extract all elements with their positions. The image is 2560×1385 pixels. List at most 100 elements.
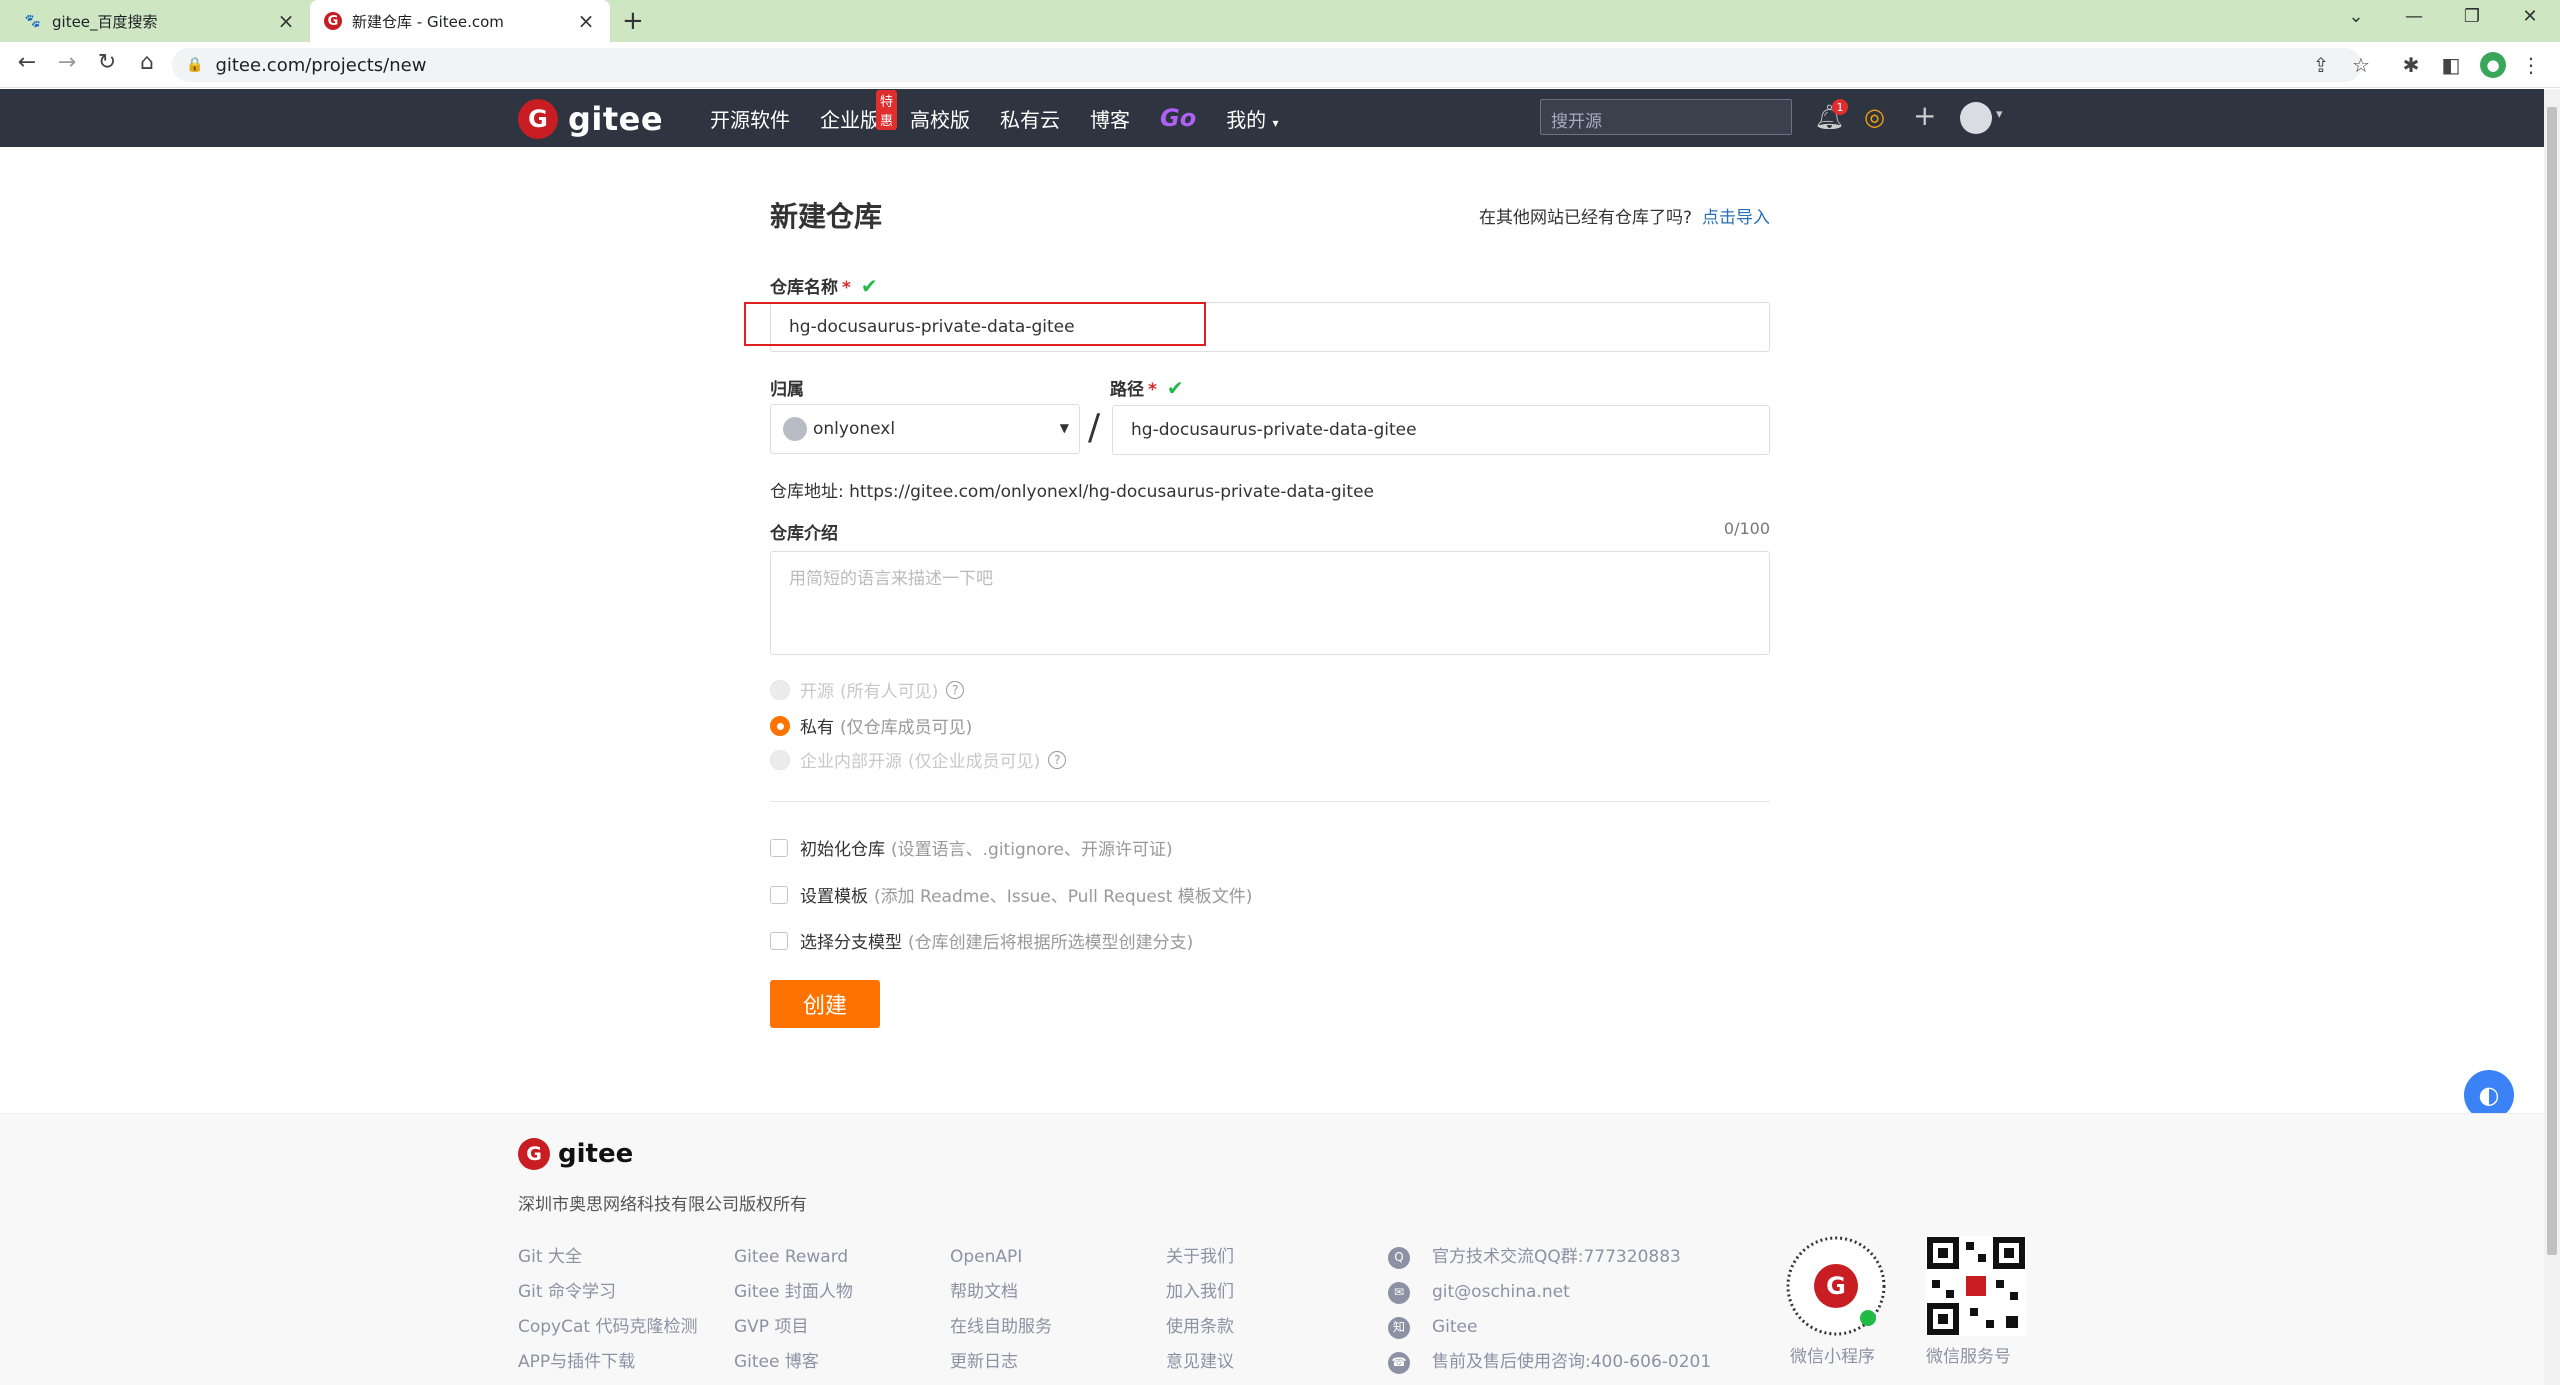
back-icon[interactable]: ←: [12, 50, 42, 75]
close-tab-icon[interactable]: ×: [276, 9, 296, 33]
desc-textarea[interactable]: 用简短的语言来描述一下吧: [770, 551, 1770, 655]
visibility-public-radio[interactable]: 开源 (所有人可见) ?: [770, 677, 965, 702]
copyright: 深圳市奥思网络科技有限公司版权所有: [518, 1195, 807, 1215]
checkbox-hint: (设置语言、.gitignore、开源许可证): [891, 840, 1173, 860]
forward-icon[interactable]: →: [52, 50, 82, 75]
qr-label: 微信服务号: [1926, 1347, 2011, 1367]
notification-badge: 1: [1832, 99, 1848, 115]
footer-link[interactable]: 意见建议: [1166, 1345, 1234, 1380]
lock-icon[interactable]: 🔒: [186, 57, 203, 73]
chevron-down-icon: ▾: [1272, 115, 1279, 130]
home-icon[interactable]: ⌂: [132, 50, 162, 75]
nav-mine[interactable]: 我的 ▾: [1226, 104, 1278, 133]
contact-text: 售前及售后使用咨询:400-606-0201: [1432, 1352, 1712, 1372]
bookmark-star-icon[interactable]: ☆: [2348, 53, 2374, 77]
reload-icon[interactable]: ↻: [92, 50, 122, 75]
close-tab-icon[interactable]: ×: [576, 9, 596, 33]
caret-down-icon: ▼: [1059, 421, 1069, 435]
address-bar[interactable]: 🔒 gitee.com/projects/new: [172, 48, 2362, 82]
menu-kebab-icon[interactable]: ⋮: [2518, 53, 2544, 77]
gitee-logo-icon: G: [518, 99, 558, 139]
footer-link[interactable]: Git 大全: [518, 1240, 697, 1275]
footer-link[interactable]: 关于我们: [1166, 1240, 1234, 1275]
footer-link[interactable]: Gitee Reward: [734, 1240, 853, 1275]
new-tab-icon[interactable]: +: [622, 6, 644, 36]
zhihu-icon: 知: [1388, 1316, 1410, 1339]
repo-url: 仓库地址: https://gitee.com/onlyonexl/hg-doc…: [770, 482, 1374, 502]
owner-label: 归属: [770, 380, 804, 400]
minimize-icon[interactable]: —: [2394, 6, 2434, 27]
footer-link[interactable]: 在线自助服务: [950, 1310, 1052, 1345]
import-link[interactable]: 点击导入: [1702, 208, 1770, 228]
restore-icon[interactable]: ❐: [2452, 6, 2492, 27]
nav-go[interactable]: Go: [1160, 104, 1196, 132]
radio-dot-selected: [770, 715, 790, 736]
radio-dot: [770, 749, 790, 770]
footer-link[interactable]: GVP 项目: [734, 1310, 853, 1345]
main-nav: 开源软件 企业版 特惠 高校版 私有云 博客 Go 我的 ▾: [710, 89, 1309, 147]
radio-label: 开源: [800, 682, 834, 702]
site-search-input[interactable]: 搜开源: [1540, 99, 1792, 135]
path-input[interactable]: hg-docusaurus-private-data-gitee: [1112, 405, 1770, 455]
side-panel-icon[interactable]: ◧: [2438, 53, 2464, 77]
extensions-icon[interactable]: ✱: [2398, 53, 2424, 77]
location-pin-icon[interactable]: ◎: [1864, 103, 1885, 131]
checkbox-box: [770, 838, 788, 857]
url-text: gitee.com/projects/new: [215, 54, 427, 76]
contact-text[interactable]: git@oschina.net: [1432, 1275, 1570, 1310]
branch-model-checkbox[interactable]: 选择分支模型 (仓库创建后将根据所选模型创建分支): [770, 928, 1193, 953]
footer-link[interactable]: Gitee 封面人物: [734, 1275, 853, 1310]
browser-toolbar: ← → ↻ ⌂ 🔒 gitee.com/projects/new ⇪ ☆ ✱ ◧…: [0, 42, 2560, 88]
visibility-private-radio[interactable]: 私有 (仅仓库成员可见): [770, 713, 972, 738]
template-checkbox[interactable]: 设置模板 (添加 Readme、Issue、Pull Request 模板文件): [770, 882, 1252, 907]
share-icon[interactable]: ⇪: [2308, 53, 2334, 77]
nav-education[interactable]: 高校版: [910, 104, 970, 133]
footer-col-2: Gitee Reward Gitee 封面人物 GVP 项目 Gitee 博客: [734, 1240, 853, 1380]
footer-link[interactable]: 帮助文档: [950, 1275, 1052, 1310]
browser-tab-gitee[interactable]: G 新建仓库 - Gitee.com ×: [310, 0, 610, 42]
gitee-logo[interactable]: G gitee: [518, 99, 663, 139]
baidu-icon: 🐾: [24, 13, 42, 29]
path-label-text: 路径: [1110, 380, 1144, 400]
phone-icon: ☎: [1388, 1351, 1410, 1374]
footer-link[interactable]: 使用条款: [1166, 1310, 1234, 1345]
help-icon[interactable]: ?: [1048, 750, 1067, 769]
init-repo-checkbox[interactable]: 初始化仓库 (设置语言、.gitignore、开源许可证): [770, 835, 1173, 860]
nav-blog[interactable]: 博客: [1090, 104, 1130, 133]
create-button[interactable]: 创建: [770, 980, 880, 1028]
visibility-enterprise-radio[interactable]: 企业内部开源 (仅企业成员可见) ?: [770, 747, 1067, 772]
footer-logo[interactable]: G gitee: [518, 1138, 633, 1170]
footer-link[interactable]: OpenAPI: [950, 1240, 1052, 1275]
page-scrollbar[interactable]: [2544, 89, 2560, 1385]
radio-hint: (仅仓库成员可见): [840, 718, 973, 738]
plus-icon[interactable]: +: [1913, 99, 1936, 132]
radio-label: 企业内部开源: [800, 752, 902, 772]
nav-enterprise-label: 企业版: [820, 107, 880, 132]
footer-link[interactable]: Gitee 博客: [734, 1345, 853, 1380]
footer-link[interactable]: CopyCat 代码克隆检测: [518, 1310, 697, 1345]
scrollbar-thumb[interactable]: [2547, 107, 2557, 1255]
chevron-down-icon[interactable]: ▾: [1996, 107, 2003, 122]
svg-text:G: G: [1826, 1272, 1846, 1300]
site-header: G gitee 开源软件 企业版 特惠 高校版 私有云 博客 Go 我的 ▾ 搜…: [0, 89, 2544, 147]
nav-private-cloud[interactable]: 私有云: [1000, 104, 1060, 133]
highlight-box: [744, 302, 1206, 346]
footer-link[interactable]: 更新日志: [950, 1345, 1052, 1380]
nav-enterprise[interactable]: 企业版 特惠: [820, 89, 898, 133]
footer-col-4: 关于我们 加入我们 使用条款 意见建议: [1166, 1240, 1234, 1380]
footer-link[interactable]: 加入我们: [1166, 1275, 1234, 1310]
owner-select[interactable]: onlyonexl ▼: [770, 404, 1080, 454]
help-icon[interactable]: ?: [946, 680, 965, 699]
user-avatar[interactable]: [1960, 102, 1992, 134]
page-title: 新建仓库: [770, 200, 883, 233]
profile-avatar-icon[interactable]: ●: [2480, 52, 2506, 78]
contact-text[interactable]: Gitee: [1432, 1310, 1477, 1345]
footer-link[interactable]: APP与插件下载: [518, 1345, 697, 1380]
nav-open-source[interactable]: 开源软件: [710, 104, 790, 133]
close-window-icon[interactable]: ✕: [2510, 6, 2550, 27]
path-separator: /: [1088, 407, 1101, 448]
browser-tab-baidu[interactable]: 🐾 gitee_百度搜索 ×: [10, 0, 310, 42]
tab-search-icon[interactable]: ⌄: [2336, 6, 2376, 27]
path-value: hg-docusaurus-private-data-gitee: [1131, 420, 1417, 440]
footer-link[interactable]: Git 命令学习: [518, 1275, 697, 1310]
